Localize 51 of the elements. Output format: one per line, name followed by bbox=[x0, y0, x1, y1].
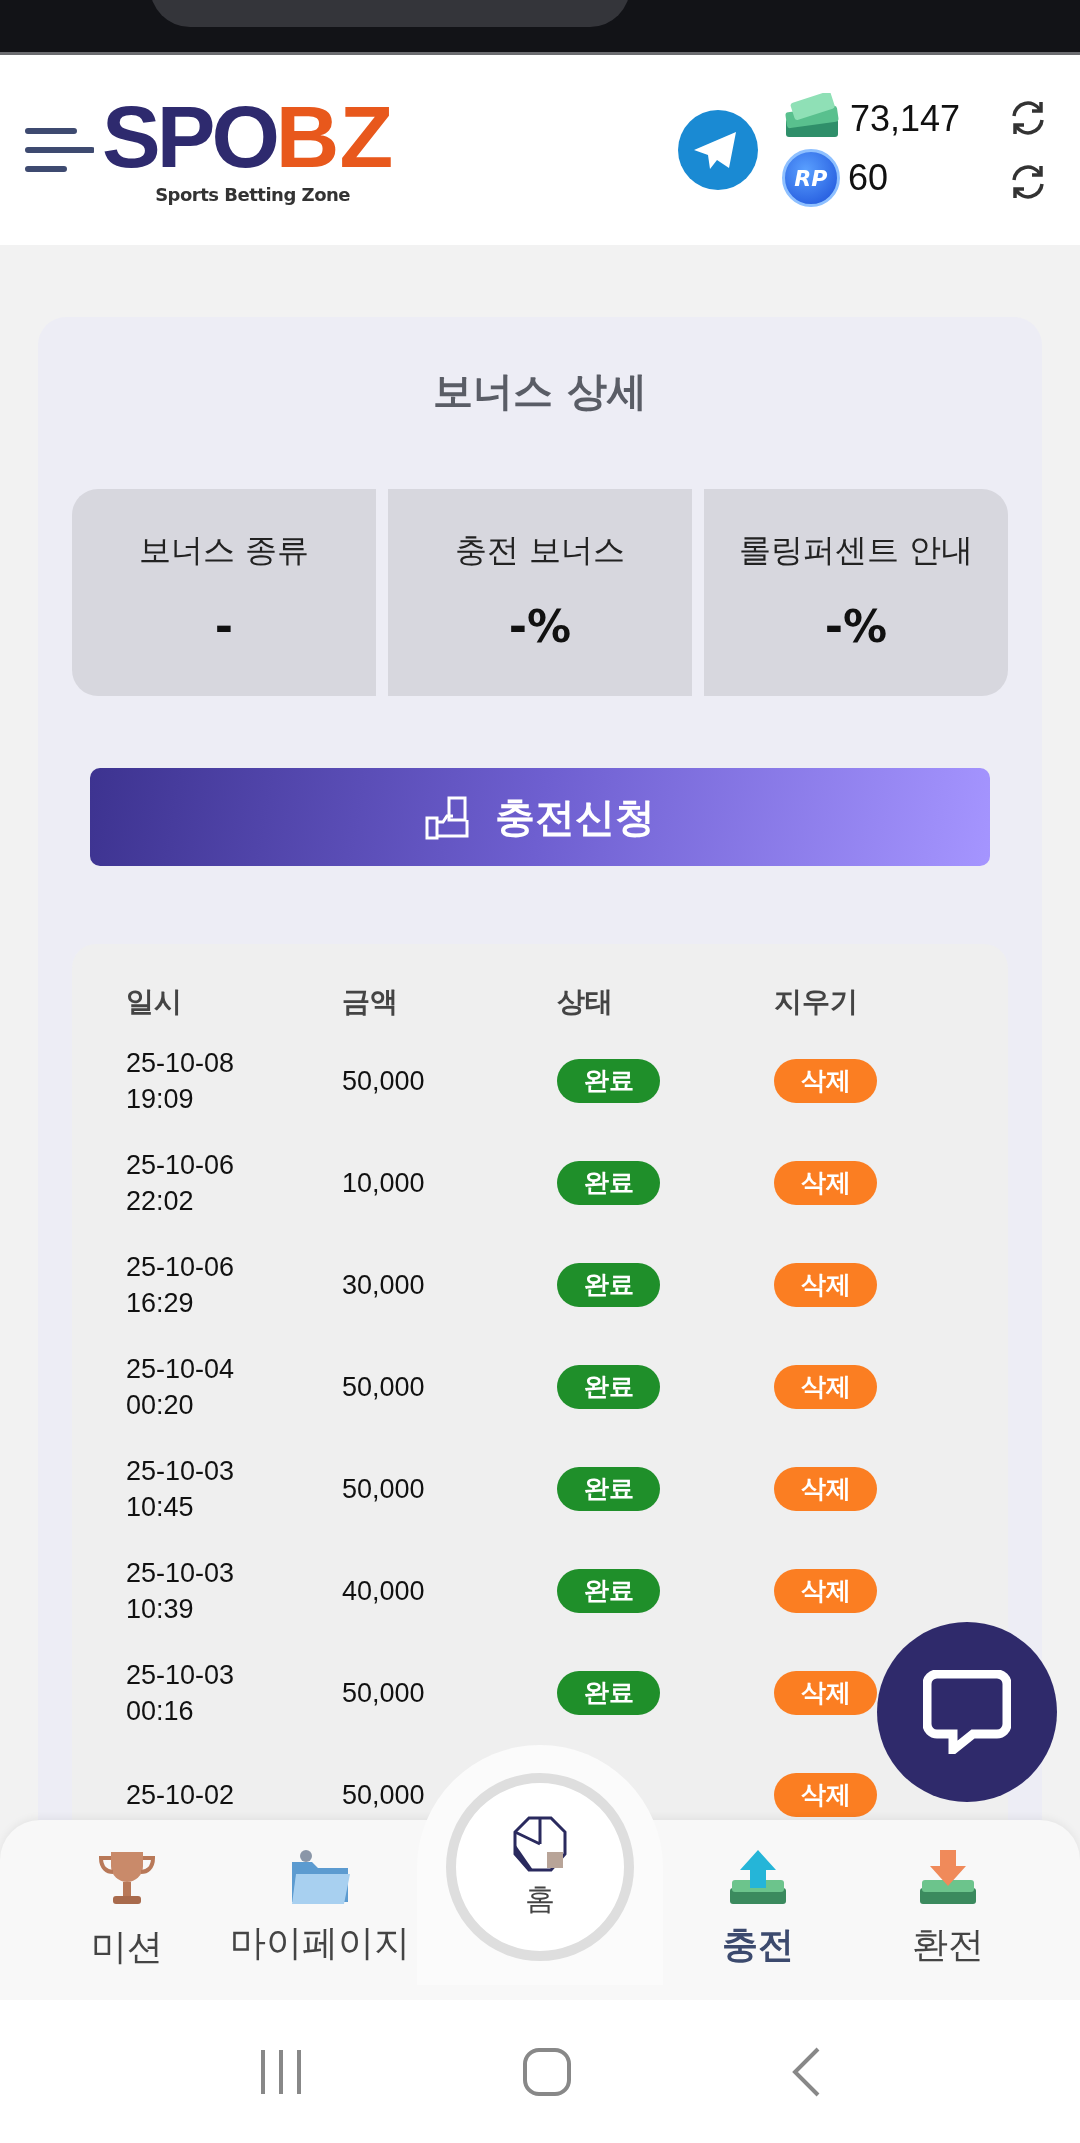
amount-cell-text: 40,000 bbox=[342, 1575, 426, 1608]
status-badge: 완료 bbox=[557, 1161, 660, 1205]
deposit-request-button[interactable]: 충전신청 bbox=[90, 768, 990, 866]
delete-button[interactable]: 삭제 bbox=[774, 1569, 877, 1613]
delete-button[interactable]: 삭제 bbox=[774, 1671, 877, 1715]
column-header: 지우기 bbox=[774, 984, 859, 1020]
delete-button[interactable]: 삭제 bbox=[774, 1773, 877, 1817]
balance-amount: 73,147 bbox=[849, 98, 960, 140]
nav-tab[interactable]: 마이페이지 bbox=[223, 1820, 417, 2000]
nav-tab[interactable]: 미션 bbox=[30, 1820, 224, 2000]
amount-cell-text: 30,000 bbox=[342, 1269, 426, 1302]
delete-button[interactable]: 삭제 bbox=[774, 1161, 877, 1205]
bonus-value: -% bbox=[824, 599, 888, 654]
status-badge: 완료 bbox=[557, 1671, 660, 1715]
date-time-cell-text: 25-10-02 bbox=[126, 1779, 236, 1812]
rp-coin-icon: RP bbox=[781, 149, 840, 207]
column-header: 일시 bbox=[126, 984, 183, 1020]
status-badge: 완료 bbox=[557, 1467, 660, 1511]
amount-cell-text: 50,000 bbox=[342, 1371, 426, 1404]
status-badge: 완료 bbox=[557, 1059, 660, 1103]
amount-cell-text: 10,000 bbox=[342, 1167, 426, 1200]
bonus-label: 롤링퍼센트 안내 bbox=[738, 529, 974, 571]
date-time-cell-text: 25-10-04 00:20 bbox=[126, 1353, 236, 1422]
column-header: 금액 bbox=[342, 984, 399, 1020]
delete-button[interactable]: 삭제 bbox=[774, 1059, 877, 1103]
status-badge: 완료 bbox=[557, 1365, 660, 1409]
bonus-value: - bbox=[214, 599, 234, 654]
bonus-label: 충전 보너스 bbox=[454, 529, 626, 571]
delete-button[interactable]: 삭제 bbox=[774, 1365, 877, 1409]
amount-cell-text: 50,000 bbox=[342, 1065, 426, 1098]
section-title: 보너스 상세 bbox=[432, 367, 648, 416]
date-time-cell-text: 25-10-06 16:29 bbox=[126, 1251, 236, 1320]
date-time-cell-text: 25-10-08 19:09 bbox=[126, 1047, 236, 1116]
date-time-cell-text: 25-10-06 22:02 bbox=[126, 1149, 236, 1218]
bonus-value: -% bbox=[508, 599, 572, 654]
logo[interactable]: SPOBZ Sports Betting Zone bbox=[102, 92, 404, 208]
delete-button[interactable]: 삭제 bbox=[774, 1467, 877, 1511]
balance-amount: 60 bbox=[847, 157, 888, 199]
bonus-label: 보너스 종류 bbox=[138, 529, 310, 571]
column-header: 상태 bbox=[557, 984, 614, 1020]
status-badge: 완료 bbox=[557, 1263, 660, 1307]
nav-tab[interactable]: 충전 bbox=[663, 1820, 853, 2000]
delete-button[interactable]: 삭제 bbox=[774, 1263, 877, 1307]
status-badge: 완료 bbox=[557, 1569, 660, 1613]
amount-cell-text: 50,000 bbox=[342, 1473, 426, 1506]
nav-tab[interactable]: 환전 bbox=[853, 1820, 1043, 2000]
date-time-cell-text: 25-10-03 00:16 bbox=[126, 1659, 236, 1728]
amount-cell-text: 50,000 bbox=[342, 1677, 426, 1710]
amount-cell-text: 50,000 bbox=[342, 1779, 426, 1812]
date-time-cell-text: 25-10-03 10:39 bbox=[126, 1557, 236, 1626]
date-time-cell-text: 25-10-03 10:45 bbox=[126, 1455, 236, 1524]
